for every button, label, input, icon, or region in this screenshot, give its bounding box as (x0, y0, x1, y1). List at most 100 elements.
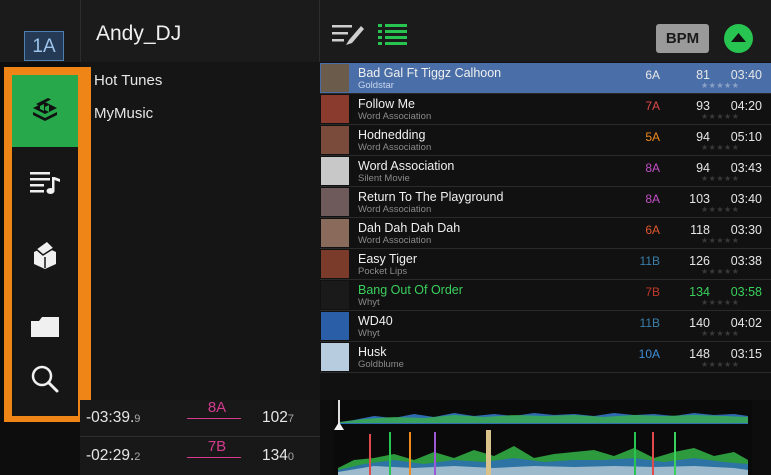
track-duration: 03:38 (730, 254, 762, 268)
sort-up-icon (731, 33, 746, 42)
track-row[interactable]: Bad Gal Ft Tiggz Calhoon Goldstar 6A 81 03:4… (320, 63, 771, 94)
track-bpm: 140 (689, 316, 710, 330)
track-title: Dah Dah Dah Dah (358, 221, 461, 235)
sidebar-item-prepare[interactable] (12, 219, 78, 291)
deck-badge[interactable]: 1A (24, 31, 64, 61)
prepare-crate-icon (34, 240, 56, 269)
track-rating[interactable]: ★★★★★ (701, 236, 739, 245)
track-duration: 03:40 (730, 68, 762, 82)
deck2-waveform[interactable] (334, 430, 752, 475)
folder-icon (31, 317, 59, 337)
album-art (321, 126, 349, 154)
search-icon (31, 365, 59, 393)
track-bpm: 134 (689, 285, 710, 299)
track-row[interactable]: WD40 Whyt 11B 140 04:02 ★★★★★ (320, 311, 771, 342)
crate-item[interactable]: MyMusic (94, 105, 153, 122)
track-rating[interactable]: ★★★★★ (701, 143, 739, 152)
track-artist: Word Association (358, 204, 432, 215)
track-artist: Goldstar (358, 80, 394, 91)
track-title: Easy Tiger (358, 252, 418, 266)
track-key: 5A (645, 130, 660, 144)
track-rating[interactable]: ★★★★★ (701, 112, 739, 121)
track-row[interactable]: Word Association Silent Movie 8A 94 03:43 ★★★… (320, 156, 771, 187)
track-title: Follow Me (358, 97, 415, 111)
deck2-key-underline (187, 457, 241, 458)
track-rating[interactable]: ★★★★★ (701, 360, 739, 369)
track-title: Return To The Playground (358, 190, 504, 204)
track-row[interactable]: Husk Goldblume 10A 148 03:15 ★★★★★ (320, 342, 771, 373)
track-duration: 05:10 (730, 130, 762, 144)
track-row[interactable]: Return To The Playground Word Association… (320, 187, 771, 218)
album-art (321, 281, 349, 309)
track-title: Bang Out Of Order (358, 283, 463, 297)
album-art (321, 250, 349, 278)
sidebar-item-search[interactable] (12, 343, 78, 415)
track-title: Bad Gal Ft Tiggz Calhoon (358, 66, 502, 80)
track-key: 11B (639, 254, 660, 268)
track-row[interactable]: Hodnedding Word Association 5A 94 05:10 ★★★★★ (320, 125, 771, 156)
deck1-remaining-time: -03:39.9 (86, 409, 140, 427)
track-key: 11B (639, 316, 660, 330)
track-artist: Goldblume (358, 359, 404, 370)
album-art (321, 219, 349, 247)
track-duration: 04:20 (730, 99, 762, 113)
track-bpm: 126 (689, 254, 710, 268)
deck1-waveform[interactable] (334, 400, 752, 430)
track-bpm: 118 (690, 223, 710, 237)
track-bpm: 94 (696, 130, 710, 144)
track-artist: Word Association (358, 111, 432, 122)
track-rating[interactable]: ★★★★★ (701, 298, 739, 307)
header-divider (319, 0, 320, 62)
deck2-remaining-time: -02:29.2 (86, 447, 140, 465)
deck2-bpm-int: 134 (262, 447, 288, 464)
track-bpm: 103 (689, 192, 710, 206)
track-key: 7A (645, 99, 660, 113)
track-key: 7B (645, 285, 660, 299)
album-art (321, 64, 349, 92)
track-key: 8A (645, 161, 660, 175)
track-title: Husk (358, 345, 387, 359)
divider (80, 436, 320, 437)
page-title: Andy_DJ (96, 22, 182, 45)
track-duration: 03:40 (730, 192, 762, 206)
deck1-key-underline (187, 418, 241, 419)
list-view-icon[interactable] (378, 23, 408, 54)
deck2-time-decimal: 2 (134, 451, 141, 463)
track-rating[interactable]: ★★★★★ (701, 329, 739, 338)
edit-list-icon[interactable] (332, 23, 366, 52)
track-rating[interactable]: ★★★★★ (701, 81, 739, 90)
track-rating[interactable]: ★★★★★ (701, 205, 739, 214)
track-duration: 03:58 (730, 285, 762, 299)
deck1-bpm-int: 102 (262, 409, 288, 426)
track-bpm: 93 (696, 99, 710, 113)
track-artist: Whyt (358, 297, 380, 308)
track-key: 6A (645, 68, 660, 82)
track-key: 6A (645, 223, 660, 237)
track-artist: Word Association (358, 142, 432, 153)
track-rating[interactable]: ★★★★★ (701, 267, 739, 276)
deck1-bpm: 1027 (262, 409, 294, 427)
sidebar-item-playlists[interactable] (12, 147, 78, 219)
track-row[interactable]: Easy Tiger Pocket Lips 11B 126 03:38 ★★★★★ (320, 249, 771, 280)
track-duration: 03:30 (730, 223, 762, 237)
track-row[interactable]: Bang Out Of Order Whyt 7B 134 03:58 ★★★★★ (320, 280, 771, 311)
header-divider (80, 0, 81, 62)
track-artist: Word Association (358, 235, 432, 246)
track-rating[interactable]: ★★★★★ (701, 174, 739, 183)
sidebar-item-collection[interactable] (12, 75, 78, 147)
collection-icon (33, 98, 57, 121)
track-key: 10A (638, 347, 660, 361)
crate-item[interactable]: Hot Tunes (94, 72, 162, 89)
album-art (321, 95, 349, 123)
deck1-key: 8A (207, 399, 227, 416)
deck2-bpm: 1340 (262, 447, 294, 465)
bpm-sort-button[interactable]: BPM (656, 24, 709, 53)
track-row[interactable]: Follow Me Word Association 7A 93 04:20 ★★★★★ (320, 94, 771, 125)
track-artist: Whyt (358, 328, 380, 339)
track-bpm: 148 (689, 347, 710, 361)
sort-direction-button[interactable] (724, 24, 753, 53)
track-row[interactable]: Dah Dah Dah Dah Word Association 6A 118 03:3… (320, 218, 771, 249)
album-art (321, 157, 349, 185)
track-bpm: 81 (696, 68, 710, 82)
deck1-bpm-decimal: 7 (287, 413, 294, 425)
